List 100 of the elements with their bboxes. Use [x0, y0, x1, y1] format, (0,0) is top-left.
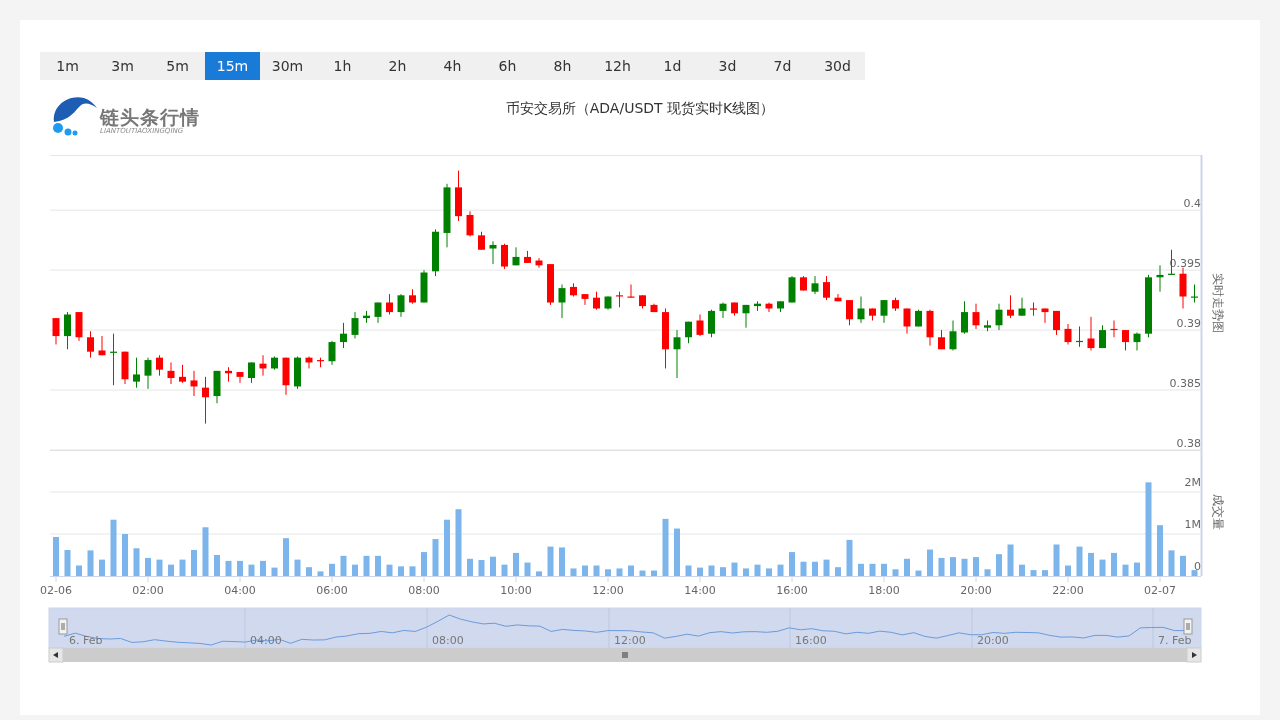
- candlestick: [87, 330, 94, 359]
- volume-bar: [823, 559, 830, 576]
- axis-label: 12:00: [592, 584, 624, 597]
- volume-bar: [1053, 544, 1060, 576]
- volume-bar: [145, 557, 151, 576]
- candlestick: [466, 210, 474, 238]
- volume-bar: [1019, 564, 1025, 576]
- volume-bar: [398, 566, 404, 576]
- axis-label: 06:00: [316, 584, 348, 597]
- volume-bar: [248, 564, 255, 576]
- volume-bar: [766, 568, 772, 576]
- volume-bar: [455, 509, 462, 576]
- candlestick: [1041, 308, 1049, 324]
- candlestick: [673, 329, 681, 379]
- axis-title: 实时走势图: [1211, 273, 1225, 333]
- volume-bar: [1042, 570, 1048, 576]
- candlestick: [351, 311, 359, 339]
- candlestick: [144, 357, 152, 390]
- volume-bar: [754, 564, 761, 576]
- candlestick: [708, 309, 715, 338]
- candlestick: [489, 240, 497, 265]
- volume-bar: [363, 555, 370, 576]
- axis-label: 0.38: [1176, 437, 1201, 450]
- candlestick: [903, 308, 911, 335]
- volume-bar: [789, 552, 795, 576]
- candlestick: [857, 296, 865, 324]
- range-handle[interactable]: [1183, 618, 1193, 635]
- axis-label: 12:00: [614, 634, 646, 647]
- volume-bar: [1088, 552, 1094, 576]
- volume-bar: [202, 527, 209, 576]
- candlestick: [167, 361, 175, 385]
- candlestick: [1122, 329, 1129, 351]
- volume-bar: [53, 536, 59, 576]
- candlestick: [512, 246, 520, 266]
- candlestick: [972, 303, 980, 330]
- volume-bar: [237, 560, 243, 576]
- volume-bar: [1076, 546, 1083, 576]
- volume-bar: [501, 564, 508, 576]
- volume-bar: [662, 518, 669, 576]
- axis-label: 14:00: [684, 584, 716, 597]
- candlestick: [581, 293, 589, 306]
- axis-label: 0.385: [1169, 377, 1201, 391]
- volume-bar: [168, 564, 174, 576]
- volume-bar: [938, 557, 945, 576]
- candlestick: [501, 243, 508, 270]
- volume-bar: [329, 563, 335, 576]
- volume-bar: [628, 565, 634, 576]
- candlestick: [236, 371, 244, 384]
- candlestick: [961, 300, 968, 335]
- candlestick: [811, 275, 819, 295]
- candlestick: [823, 275, 830, 301]
- volume-bar: [99, 559, 105, 576]
- scroll-left-button[interactable]: [48, 647, 64, 663]
- volume-bar: [283, 538, 289, 576]
- volume-bar: [1007, 544, 1014, 576]
- volume-bar: [432, 539, 439, 576]
- volume-bar: [570, 568, 577, 576]
- volume-bar: [731, 562, 738, 576]
- volume-bar: [214, 555, 220, 576]
- scroll-right-button[interactable]: [1186, 647, 1202, 663]
- candlestick: [386, 293, 393, 315]
- axis-label: 04:00: [224, 584, 256, 597]
- volume-bar: [927, 549, 933, 576]
- volume-bar: [191, 549, 197, 576]
- volume-bar: [915, 570, 922, 576]
- volume-bar: [846, 539, 853, 576]
- candlestick: [1007, 294, 1014, 319]
- timeframe-tab[interactable]: 15m: [205, 52, 260, 80]
- range-handle[interactable]: [58, 618, 68, 635]
- axis-label: 02-06: [40, 584, 72, 597]
- axis-label: 2M: [1184, 476, 1201, 489]
- axis-label: 0.4: [1183, 197, 1201, 211]
- volume-bar: [996, 554, 1002, 576]
- axis-label: 08:00: [408, 584, 440, 597]
- volume-bar: [1157, 525, 1163, 576]
- volume-bar: [674, 528, 680, 576]
- volume-bar: [352, 564, 358, 576]
- volume-bar: [225, 560, 232, 576]
- candlestick: [949, 319, 957, 351]
- volume-bar: [110, 519, 117, 576]
- volume-bar: [559, 547, 565, 576]
- volume-bar: [122, 534, 128, 576]
- volume-bar: [1168, 550, 1175, 576]
- axis-label: 16:00: [795, 634, 827, 647]
- volume-bar: [869, 563, 876, 576]
- scrollbar-thumb[interactable]: [63, 648, 1188, 662]
- volume-bar: [1191, 570, 1198, 576]
- volume-bar: [697, 567, 703, 576]
- axis-label: 02:00: [132, 584, 164, 597]
- axis-label: 0: [1194, 560, 1201, 573]
- axis-label: 18:00: [868, 584, 900, 597]
- volume-bar: [536, 571, 542, 576]
- candlestick: [1179, 267, 1187, 309]
- volume-bar: [651, 570, 657, 576]
- candlestick: [397, 293, 405, 318]
- volume-bar: [892, 569, 899, 576]
- candlestick: [202, 376, 209, 425]
- volume-bar: [1111, 552, 1117, 576]
- axis-label: 10:00: [500, 584, 532, 597]
- volume-bar: [616, 568, 623, 576]
